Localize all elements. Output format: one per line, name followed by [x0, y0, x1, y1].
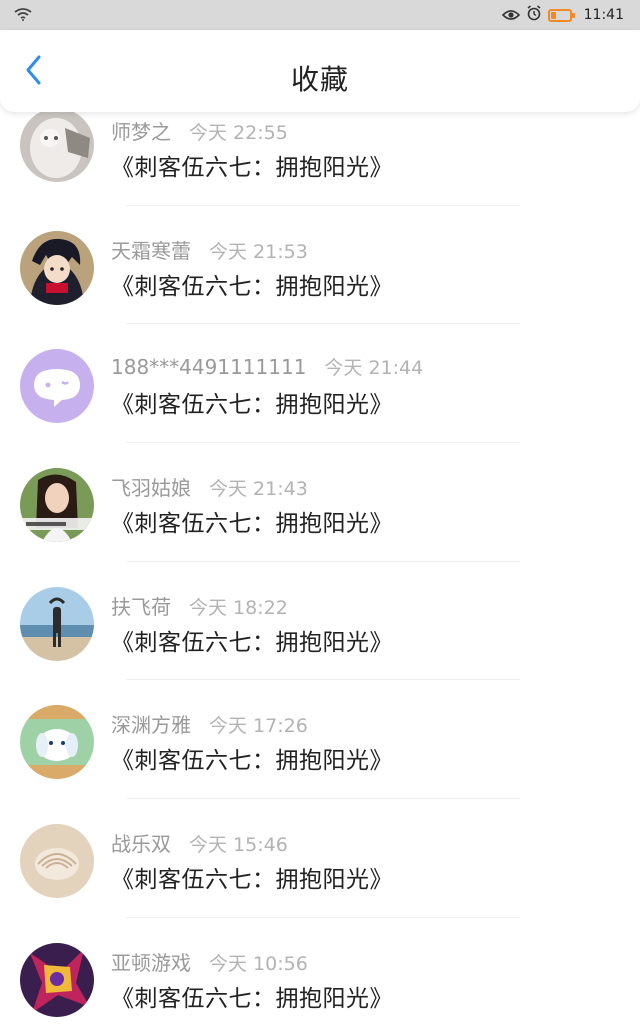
- wifi-icon: [14, 6, 32, 25]
- book-title[interactable]: 《刺客伍六七：拥抱阳光》: [111, 148, 393, 182]
- book-title[interactable]: 《刺客伍六七：拥抱阳光》: [111, 979, 393, 1013]
- author-name[interactable]: 师梦之: [111, 116, 171, 145]
- avatar[interactable]: [20, 586, 94, 661]
- divider: [126, 916, 520, 918]
- list-item[interactable]: 深渊方雅 今天 17:26 《刺客伍六七：拥抱阳光》: [0, 705, 640, 824]
- list-item[interactable]: 亚顿游戏 今天 10:56 《刺客伍六七：拥抱阳光》: [0, 942, 640, 1024]
- list-item[interactable]: 战乐双 今天 15:46 《刺客伍六七：拥抱阳光》: [0, 824, 640, 943]
- eye-icon: [501, 6, 520, 25]
- author-name[interactable]: 飞羽姑娘: [111, 472, 191, 501]
- divider: [126, 204, 520, 206]
- item-time: 今天 15:46: [189, 834, 288, 857]
- divider: [126, 442, 520, 444]
- status-time: 11:41: [583, 7, 624, 23]
- list-item[interactable]: 天霜寒蕾 今天 21:53 《刺客伍六七：拥抱阳光》: [0, 230, 640, 350]
- item-meta: 师梦之 今天 22:55: [111, 116, 288, 145]
- avatar[interactable]: [20, 705, 94, 780]
- item-time: 今天 18:22: [189, 596, 288, 619]
- author-name[interactable]: 天霜寒蕾: [111, 235, 191, 264]
- app-header: 收藏: [0, 30, 640, 112]
- item-time: 今天 21:44: [324, 357, 424, 380]
- book-title[interactable]: 《刺客伍六七：拥抱阳光》: [111, 504, 393, 538]
- item-meta: 扶飞荷 今天 18:22: [111, 591, 288, 620]
- list-item[interactable]: 188***4491111111 今天 21:44 《刺客伍六七：拥抱阳光》: [0, 349, 640, 468]
- item-meta: 深渊方雅 今天 17:26: [111, 709, 308, 738]
- avatar[interactable]: [20, 824, 94, 899]
- item-meta: 飞羽姑娘 今天 21:43: [111, 472, 308, 501]
- item-meta: 188***4491111111 今天 21:44: [111, 353, 423, 380]
- list-item[interactable]: 飞羽姑娘 今天 21:43 《刺客伍六七：拥抱阳光》: [0, 468, 640, 587]
- book-title[interactable]: 《刺客伍六七：拥抱阳光》: [111, 860, 393, 894]
- item-time: 今天 17:26: [209, 715, 308, 738]
- divider: [126, 560, 520, 562]
- item-meta: 亚顿游戏 今天 10:56: [111, 947, 308, 976]
- book-title[interactable]: 《刺客伍六七：拥抱阳光》: [111, 267, 393, 301]
- author-name[interactable]: 扶飞荷: [111, 591, 171, 620]
- author-name[interactable]: 战乐双: [111, 828, 171, 857]
- avatar[interactable]: [20, 468, 94, 543]
- avatar[interactable]: [20, 942, 94, 1017]
- item-time: 今天 10:56: [209, 952, 308, 975]
- book-title[interactable]: 《刺客伍六七：拥抱阳光》: [111, 741, 393, 775]
- page-title: 收藏: [290, 63, 349, 96]
- status-bar: 11:41: [0, 0, 640, 30]
- divider: [126, 323, 520, 325]
- item-meta: 战乐双 今天 15:46: [111, 828, 288, 857]
- list-item[interactable]: 扶飞荷 今天 18:22 《刺客伍六七：拥抱阳光》: [0, 586, 640, 706]
- item-meta: 天霜寒蕾 今天 21:53: [111, 235, 308, 264]
- author-name[interactable]: 亚顿游戏: [111, 947, 191, 976]
- avatar[interactable]: [20, 349, 94, 424]
- battery-icon: [547, 8, 575, 22]
- book-title[interactable]: 《刺客伍六七：拥抱阳光》: [111, 385, 393, 419]
- author-name[interactable]: 188***4491111111: [111, 355, 306, 379]
- avatar[interactable]: [20, 108, 94, 182]
- favorites-list: 师梦之 今天 22:55 《刺客伍六七：拥抱阳光》 天霜寒蕾 今天 21:53 …: [0, 108, 640, 1024]
- status-left: [14, 6, 32, 25]
- avatar[interactable]: [20, 230, 94, 305]
- status-right: 11:41: [501, 5, 624, 25]
- alarm-icon: [526, 5, 542, 25]
- list-item[interactable]: 师梦之 今天 22:55 《刺客伍六七：拥抱阳光》: [0, 108, 640, 231]
- item-time: 今天 21:43: [209, 478, 308, 501]
- item-time: 今天 22:55: [189, 122, 288, 144]
- book-title[interactable]: 《刺客伍六七：拥抱阳光》: [111, 623, 393, 657]
- divider: [126, 679, 520, 681]
- author-name[interactable]: 深渊方雅: [111, 709, 191, 738]
- divider: [126, 798, 520, 800]
- item-time: 今天 21:53: [209, 240, 308, 263]
